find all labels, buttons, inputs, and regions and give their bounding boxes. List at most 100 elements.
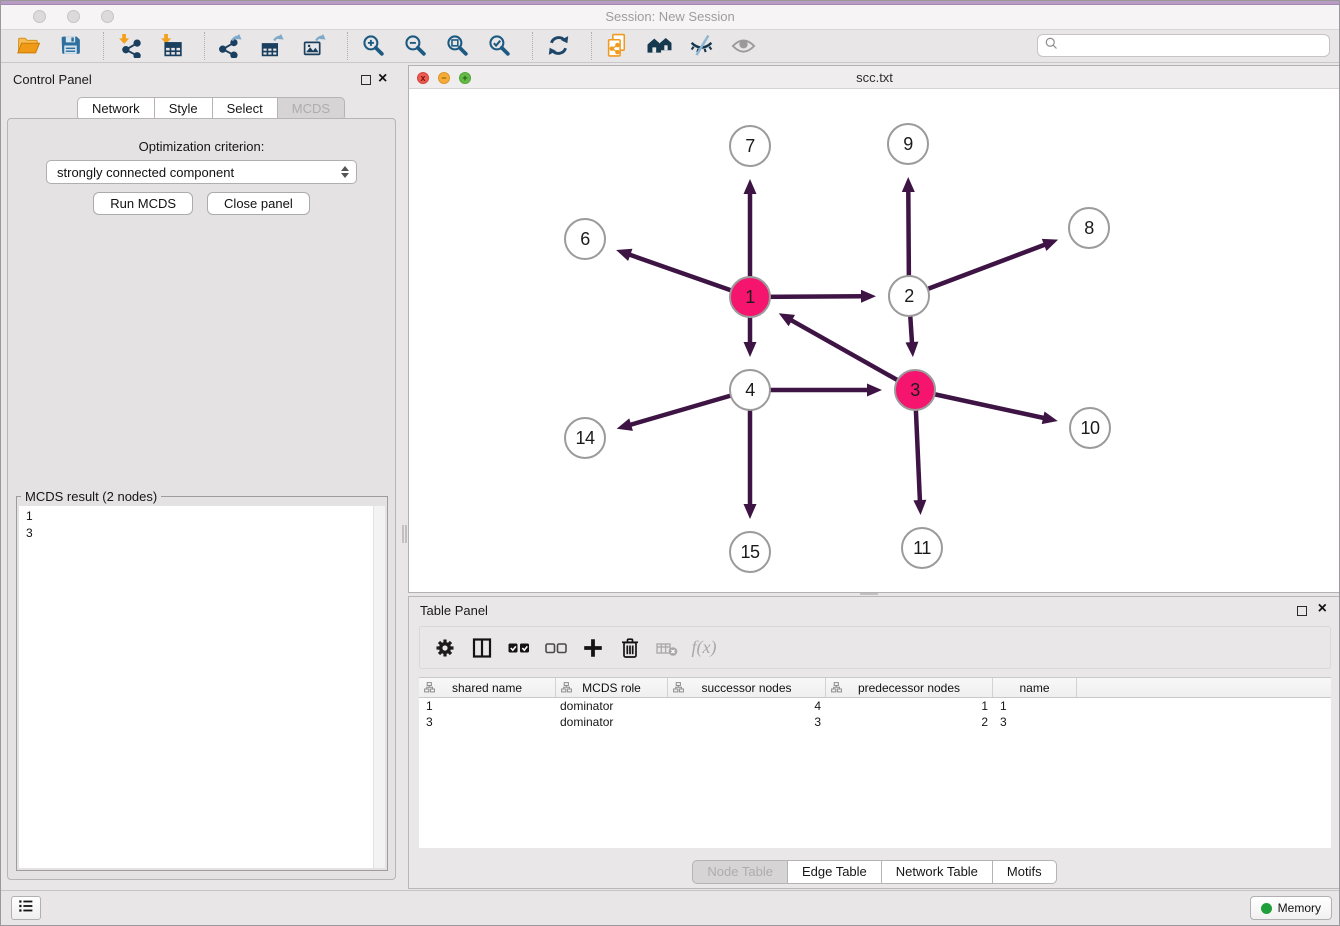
table-cell[interactable]: 3 [419, 714, 556, 730]
table-tab-network-table[interactable]: Network Table [882, 860, 993, 884]
toolbar-separator [204, 32, 205, 60]
header-filler [1077, 678, 1331, 697]
table-row[interactable]: 1dominator411 [419, 698, 1331, 714]
table-cell[interactable]: 1 [993, 698, 1077, 714]
column-header-successor-nodes[interactable]: successor nodes [668, 678, 826, 697]
table-float-icon[interactable] [1297, 606, 1307, 616]
graph-node-15[interactable]: 15 [729, 531, 771, 573]
zoom-selected-icon[interactable] [486, 32, 513, 59]
gear-icon[interactable] [430, 634, 460, 662]
column-label: shared name [452, 681, 522, 695]
graph-node-4[interactable]: 4 [729, 369, 771, 411]
show-graphics-icon[interactable] [730, 32, 757, 59]
table-cell[interactable]: 1 [419, 698, 556, 714]
column-header-name[interactable]: name [993, 678, 1077, 697]
zoom-in-icon[interactable] [360, 32, 387, 59]
table-tab-node-table[interactable]: Node Table [692, 860, 788, 884]
search-input[interactable] [1063, 36, 1329, 56]
graph-node-6[interactable]: 6 [564, 218, 606, 260]
network-document-icon[interactable] [604, 32, 631, 59]
tree-icon [424, 682, 435, 696]
export-table-icon[interactable] [259, 32, 286, 59]
mcds-result-area[interactable]: 13 [19, 506, 385, 868]
zoom-fit-icon[interactable] [444, 32, 471, 59]
search-box[interactable] [1037, 34, 1330, 57]
node-table: shared name MCDS role successor nodes prede… [419, 677, 1331, 848]
save-icon[interactable] [57, 32, 84, 59]
close-panel-button[interactable]: Close panel [207, 192, 310, 215]
graph-node-11[interactable]: 11 [901, 527, 943, 569]
hide-graphics-icon[interactable] [688, 32, 715, 59]
column-header-predecessor-nodes[interactable]: predecessor nodes [826, 678, 993, 697]
toolbar-separator [347, 32, 348, 60]
graph-node-1[interactable]: 1 [729, 276, 771, 318]
table-cell[interactable]: 2 [826, 714, 993, 730]
open-folder-icon[interactable] [15, 32, 42, 59]
graph-node-7[interactable]: 7 [729, 125, 771, 167]
network-window-titlebar: x − + scc.txt [409, 66, 1340, 89]
control-panel-title: Control Panel [13, 72, 92, 87]
mcds-panel: Optimization criterion: strongly connect… [7, 118, 396, 880]
application-window: Session: New Session Control Panel × Net… [0, 0, 1340, 926]
column-view-icon[interactable] [467, 634, 497, 662]
add-icon[interactable] [578, 634, 608, 662]
table-tab-edge-table[interactable]: Edge Table [788, 860, 882, 884]
list-icon [17, 897, 35, 920]
network-view-window: x − + scc.txt 7 9 6 8 1 2 4 3 14 10 15 11 [408, 65, 1340, 593]
function-icon[interactable]: f(x) [689, 634, 719, 662]
toolbar-separator [591, 32, 592, 60]
graph-arrowhead [617, 418, 633, 430]
graph-arrowhead [1042, 411, 1058, 424]
column-label: name [1019, 681, 1049, 695]
home-icon[interactable] [646, 32, 673, 59]
graph-arrowhead [867, 384, 882, 397]
table-cell[interactable]: dominator [556, 714, 668, 730]
memory-label: Memory [1278, 901, 1321, 915]
column-header-shared-name[interactable]: shared name [419, 678, 556, 697]
criterion-select[interactable]: strongly connected component [46, 160, 357, 184]
graph-arrowhead [616, 249, 632, 261]
float-panel-icon[interactable] [361, 75, 371, 85]
search-icon [1044, 36, 1059, 56]
column-label: successor nodes [701, 681, 791, 695]
refresh-icon[interactable] [545, 32, 572, 59]
column-header-MCDS-role[interactable]: MCDS role [556, 678, 668, 697]
import-network-icon[interactable] [116, 32, 143, 59]
table-body[interactable]: 1dominator4113dominator323 [419, 698, 1331, 848]
tree-icon [831, 682, 842, 696]
export-image-icon[interactable] [301, 32, 328, 59]
deselect-all-icon[interactable] [541, 634, 571, 662]
delete-table-icon[interactable] [652, 634, 682, 662]
select-all-icon[interactable] [504, 634, 534, 662]
graph-node-9[interactable]: 9 [887, 123, 929, 165]
graph-edge-2-8[interactable] [909, 244, 1046, 296]
graph-node-14[interactable]: 14 [564, 417, 606, 459]
graph-node-8[interactable]: 8 [1068, 207, 1110, 249]
table-tab-motifs[interactable]: Motifs [993, 860, 1057, 884]
result-scrollbar[interactable] [373, 506, 385, 868]
graph-node-10[interactable]: 10 [1069, 407, 1111, 449]
optimization-label: Optimization criterion: [8, 139, 395, 154]
table-close-icon[interactable]: × [1318, 602, 1327, 616]
import-table-icon[interactable] [158, 32, 185, 59]
task-history-button[interactable] [11, 896, 41, 920]
mcds-result-title: MCDS result (2 nodes) [21, 489, 161, 504]
table-cell[interactable]: 1 [826, 698, 993, 714]
table-row[interactable]: 3dominator323 [419, 714, 1331, 730]
table-cell[interactable]: 3 [668, 714, 826, 730]
export-network-icon[interactable] [217, 32, 244, 59]
graph-node-2[interactable]: 2 [888, 275, 930, 317]
delete-icon[interactable] [615, 634, 645, 662]
memory-button[interactable]: Memory [1250, 896, 1332, 920]
table-cell[interactable]: dominator [556, 698, 668, 714]
network-canvas[interactable]: 7 9 6 8 1 2 4 3 14 10 15 11 [409, 89, 1340, 592]
close-panel-icon[interactable]: × [378, 72, 387, 86]
table-cell[interactable]: 4 [668, 698, 826, 714]
table-cell[interactable]: 3 [993, 714, 1077, 730]
column-label: MCDS role [582, 681, 641, 695]
zoom-out-icon[interactable] [402, 32, 429, 59]
status-bar: Memory [1, 890, 1339, 925]
select-stepper-icon [341, 166, 349, 178]
run-mcds-button[interactable]: Run MCDS [93, 192, 193, 215]
graph-node-3[interactable]: 3 [894, 369, 936, 411]
